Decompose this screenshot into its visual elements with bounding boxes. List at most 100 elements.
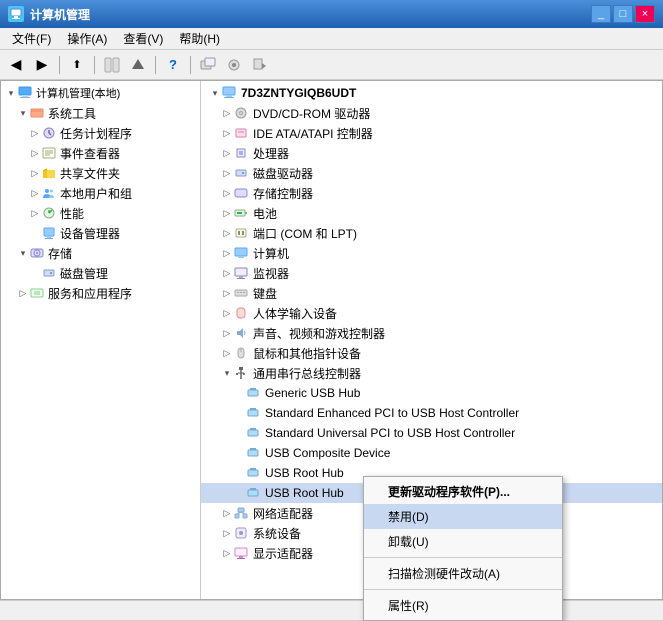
menu-help[interactable]: 帮助(H) <box>171 28 228 49</box>
up-button[interactable]: ⬆ <box>65 54 89 76</box>
dev-storage-ctrl[interactable]: ▷ 存储控制器 <box>201 183 662 203</box>
icon-storage <box>29 245 45 261</box>
tree-item-task[interactable]: ▷ 任务计划程序 <box>1 123 200 143</box>
dev-label-port: 端口 (COM 和 LPT) <box>253 225 357 242</box>
expand-event[interactable]: ▷ <box>29 147 41 159</box>
dev-dvd[interactable]: ▷ DVD/CD-ROM 驱动器 <box>201 103 662 123</box>
icon-perf <box>41 205 57 221</box>
tree-item-users[interactable]: ▷ 本地用户和组 <box>1 183 200 203</box>
dev-label-storage-ctrl: 存储控制器 <box>253 185 313 202</box>
tree-item-services[interactable]: ▷ 服务和应用程序 <box>1 283 200 303</box>
ctx-scan-hardware[interactable]: 扫描检测硬件改动(A) <box>364 561 562 586</box>
ctx-uninstall[interactable]: 卸载(U) <box>364 529 562 554</box>
tree-label-share: 共享文件夹 <box>60 165 120 182</box>
dev-label-hid: 人体学输入设备 <box>253 305 337 322</box>
status-bar <box>0 600 663 620</box>
new-window-button[interactable] <box>196 54 220 76</box>
dev-ide[interactable]: ▷ IDE ATA/ATAPI 控制器 <box>201 123 662 143</box>
toolbar-sep-3 <box>155 56 156 74</box>
icon-port <box>233 225 249 241</box>
ctx-update-driver[interactable]: 更新驱动程序软件(P)... <box>364 479 562 504</box>
menu-view[interactable]: 查看(V) <box>115 28 171 49</box>
maximize-button[interactable]: □ <box>613 5 633 23</box>
dev-label-composite: USB Composite Device <box>265 446 390 460</box>
dev-cpu[interactable]: ▷ 处理器 <box>201 143 662 163</box>
ctx-disable[interactable]: 禁用(D) <box>364 504 562 529</box>
expand-perf[interactable]: ▷ <box>29 207 41 219</box>
tree-item-event[interactable]: ▷ 事件查看器 <box>1 143 200 163</box>
tree-label-event: 事件查看器 <box>60 145 120 162</box>
dev-mouse[interactable]: ▷ 鼠标和其他指针设备 <box>201 343 662 363</box>
dev-label-generic-hub: Generic USB Hub <box>265 386 360 400</box>
icon-enhanced-pci <box>245 405 261 421</box>
minimize-button[interactable]: _ <box>591 5 611 23</box>
dev-battery[interactable]: ▷ 电池 <box>201 203 662 223</box>
dev-label-cpu: 处理器 <box>253 145 289 162</box>
expand-users[interactable]: ▷ <box>29 187 41 199</box>
toolbar-sep-1 <box>59 56 60 74</box>
tree-label-services: 服务和应用程序 <box>48 285 132 302</box>
tree-label-disk: 磁盘管理 <box>60 265 108 282</box>
icon-ide <box>233 125 249 141</box>
dev-label-computer: 计算机 <box>253 245 289 262</box>
icon-mouse <box>233 345 249 361</box>
dev-monitor[interactable]: ▷ 监视器 <box>201 263 662 283</box>
icon-audio <box>233 325 249 341</box>
show-hide-button[interactable] <box>100 54 124 76</box>
title-controls[interactable]: _ □ × <box>591 5 655 23</box>
toolbar-sep-2 <box>94 56 95 74</box>
dev-usb-ctrl[interactable]: ▾ 通用串行总线控制器 <box>201 363 662 383</box>
dev-enhanced-pci[interactable]: ▷ Standard Enhanced PCI to USB Host Cont… <box>201 403 662 423</box>
dev-label-root-hub-2: USB Root Hub <box>265 486 344 500</box>
tree-item-storage[interactable]: ▾ 存储 <box>1 243 200 263</box>
dev-hid[interactable]: ▷ 人体学输入设备 <box>201 303 662 323</box>
options-button[interactable] <box>222 54 246 76</box>
dev-generic-hub[interactable]: ▷ Generic USB Hub <box>201 383 662 403</box>
app-icon <box>8 6 24 22</box>
tree-item-sysutil[interactable]: ▾ 系统工具 <box>1 103 200 123</box>
icon-users <box>41 185 57 201</box>
expand-task[interactable]: ▷ <box>29 127 41 139</box>
dev-computer[interactable]: ▷ 计算机 <box>201 243 662 263</box>
tree-item-disk[interactable]: ▷ 磁盘管理 <box>1 263 200 283</box>
dev-label-mouse: 鼠标和其他指针设备 <box>253 345 361 362</box>
tree-item-devmgr[interactable]: ▷ 设备管理器 <box>1 223 200 243</box>
export-button[interactable] <box>248 54 272 76</box>
dev-universal-pci[interactable]: ▷ Standard Universal PCI to USB Host Con… <box>201 423 662 443</box>
dev-port[interactable]: ▷ 端口 (COM 和 LPT) <box>201 223 662 243</box>
tree-item-perf[interactable]: ▷ 性能 <box>1 203 200 223</box>
icon-cpu <box>233 145 249 161</box>
right-header[interactable]: ▾ 7D3ZNTYGIQB6UDT <box>201 83 662 103</box>
main-content: ▾ 计算机管理(本地) ▾ 系统工具 ▷ 任务计划程序 ▷ <box>0 80 663 600</box>
dev-disk[interactable]: ▷ 磁盘驱动器 <box>201 163 662 183</box>
dev-keyboard[interactable]: ▷ 键盘 <box>201 283 662 303</box>
dev-label-enhanced-pci: Standard Enhanced PCI to USB Host Contro… <box>265 406 519 420</box>
expand-root[interactable]: ▾ <box>5 87 17 99</box>
back-button[interactable]: ◀ <box>4 54 28 76</box>
forward-button[interactable]: ▶ <box>30 54 54 76</box>
context-menu: 更新驱动程序软件(P)... 禁用(D) 卸载(U) 扫描检测硬件改动(A) 属… <box>363 476 563 621</box>
up-arrow-button[interactable] <box>126 54 150 76</box>
ctx-properties[interactable]: 属性(R) <box>364 593 562 618</box>
dev-composite[interactable]: ▷ USB Composite Device <box>201 443 662 463</box>
icon-monitor <box>233 265 249 281</box>
dev-audio[interactable]: ▷ 声音、视频和游戏控制器 <box>201 323 662 343</box>
menu-bar: 文件(F) 操作(A) 查看(V) 帮助(H) <box>0 28 663 50</box>
expand-sysutil[interactable]: ▾ <box>17 107 29 119</box>
close-button[interactable]: × <box>635 5 655 23</box>
right-header-label: 7D3ZNTYGIQB6UDT <box>241 86 356 100</box>
icon-network <box>233 505 249 521</box>
tree-label-devmgr: 设备管理器 <box>60 225 120 242</box>
icon-share <box>41 165 57 181</box>
menu-action[interactable]: 操作(A) <box>59 28 115 49</box>
expand-share[interactable]: ▷ <box>29 167 41 179</box>
help-button[interactable]: ? <box>161 54 185 76</box>
tree-label-perf: 性能 <box>60 205 84 222</box>
expand-storage[interactable]: ▾ <box>17 247 29 259</box>
tree-item-root[interactable]: ▾ 计算机管理(本地) <box>1 83 200 103</box>
dev-label-root-hub-1: USB Root Hub <box>265 466 344 480</box>
dev-label-dvd: DVD/CD-ROM 驱动器 <box>253 105 370 122</box>
expand-services[interactable]: ▷ <box>17 287 29 299</box>
tree-item-share[interactable]: ▷ 共享文件夹 <box>1 163 200 183</box>
menu-file[interactable]: 文件(F) <box>4 28 59 49</box>
